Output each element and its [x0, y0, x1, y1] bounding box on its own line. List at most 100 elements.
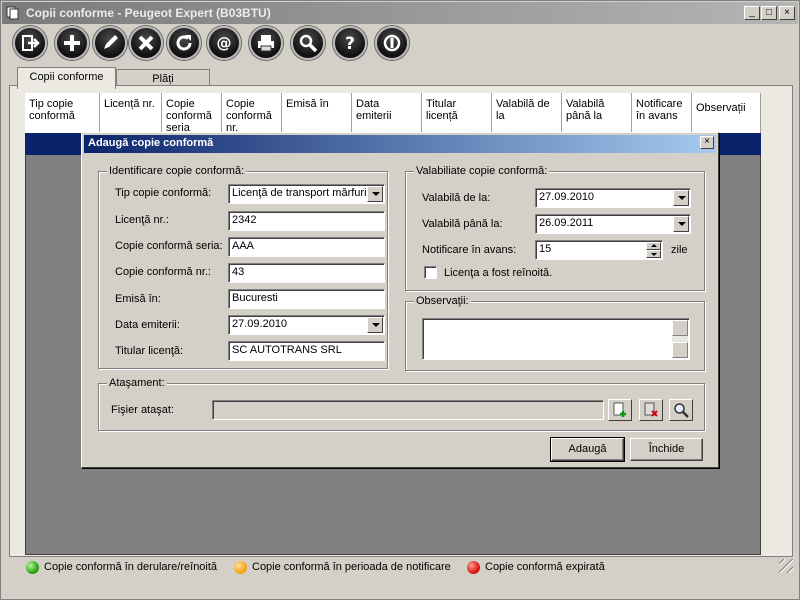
- exit-icon: [22, 35, 40, 51]
- orange-dot-icon: [234, 561, 247, 574]
- nr-input[interactable]: 43: [228, 263, 385, 283]
- data-emiterii-picker[interactable]: 27.09.2010: [228, 315, 385, 335]
- file-label: Fişier ataşat:: [111, 404, 174, 416]
- file-input[interactable]: [212, 400, 604, 420]
- column-data-emiterii[interactable]: Data emiterii: [352, 93, 422, 133]
- title-bar[interactable]: Copii conforme - Peugeot Expert (B03BTU)…: [2, 2, 798, 24]
- edit-button[interactable]: [93, 26, 127, 60]
- resize-grip-icon[interactable]: [779, 559, 793, 573]
- green-dot-icon: [26, 561, 39, 574]
- seria-input[interactable]: AAA: [228, 237, 385, 257]
- valabila-pana-la-value: 26.09.2011: [539, 217, 594, 229]
- refresh-button[interactable]: [167, 26, 201, 60]
- svg-text:?: ?: [345, 34, 355, 53]
- help-button[interactable]: ?: [333, 26, 367, 60]
- column-valabila-pana-la[interactable]: Valabilă până la: [562, 93, 632, 133]
- valabila-pana-la-picker[interactable]: 26.09.2011: [535, 214, 691, 234]
- titular-input[interactable]: SC AUTOTRANS SRL: [228, 341, 385, 361]
- column-valabila-de-la[interactable]: Valabilă de la: [492, 93, 562, 133]
- notes-group-title: Observaţii:: [414, 295, 471, 307]
- exit-button[interactable]: [13, 26, 47, 60]
- remove-file-button[interactable]: [639, 399, 663, 421]
- power-button[interactable]: [375, 26, 409, 60]
- column-seria[interactable]: Copie conformă seria: [162, 93, 222, 133]
- chevron-down-icon[interactable]: [673, 216, 689, 232]
- print-icon: [258, 35, 274, 52]
- add-dialog: Adaugă copie conformă × Identificare cop…: [81, 132, 719, 468]
- valabila-de-la-label: Valabilă de la:: [422, 192, 491, 204]
- column-titular[interactable]: Titular licență: [422, 93, 492, 133]
- notificare-unit: zile: [671, 244, 688, 256]
- add-icon: [64, 35, 80, 51]
- spin-down-icon[interactable]: [646, 250, 661, 258]
- emisa-input[interactable]: Bucuresti: [228, 289, 385, 309]
- chevron-down-icon[interactable]: [673, 190, 689, 206]
- scroll-down-icon[interactable]: [672, 342, 688, 358]
- window-title: Copii conforme - Peugeot Expert (B03BTU): [26, 6, 271, 20]
- svg-text:@: @: [217, 34, 232, 52]
- notes-scrollbar[interactable]: [672, 320, 688, 358]
- minimize-button[interactable]: _: [744, 6, 760, 20]
- licenta-label: Licenţă nr.:: [115, 214, 169, 226]
- refresh-icon: [176, 35, 192, 51]
- tip-select[interactable]: Licenţă de transport mărfuri: [228, 184, 385, 204]
- licenta-input[interactable]: 2342: [228, 211, 385, 231]
- valabila-de-la-picker[interactable]: 27.09.2010: [535, 188, 691, 208]
- notes-textarea[interactable]: [422, 318, 690, 360]
- maximize-button[interactable]: □: [761, 6, 777, 20]
- search-icon: [674, 403, 689, 418]
- tip-select-value: Licenţă de transport mărfuri: [232, 187, 367, 199]
- column-licenta[interactable]: Licență nr.: [100, 93, 162, 133]
- dialog-close-button[interactable]: ×: [700, 136, 714, 149]
- dialog-title-bar[interactable]: Adaugă copie conformă: [84, 135, 716, 153]
- notificare-value: 15: [539, 243, 552, 255]
- emisa-label: Emisă în:: [115, 293, 161, 305]
- close-button[interactable]: Închide: [630, 438, 703, 461]
- data-emiterii-value: 27.09.2010: [232, 318, 288, 330]
- add-file-icon: [613, 402, 626, 417]
- titular-label: Titular licenţă:: [115, 345, 184, 357]
- nr-label: Copie conformă nr.:: [115, 266, 211, 278]
- search-button[interactable]: [291, 26, 325, 60]
- app-icon: [6, 6, 19, 20]
- main-window: Copii conforme - Peugeot Expert (B03BTU)…: [0, 0, 800, 600]
- power-icon: [383, 34, 401, 52]
- notificare-label: Notificare în avans:: [422, 244, 517, 256]
- email-icon: @: [217, 34, 232, 52]
- attachment-group-title: Ataşament:: [107, 377, 167, 389]
- close-window-button[interactable]: ×: [779, 6, 795, 20]
- view-file-button[interactable]: [669, 399, 693, 421]
- search-icon: [299, 34, 318, 53]
- toolbar: @ ?: [9, 26, 793, 62]
- email-button[interactable]: @: [207, 26, 241, 60]
- attachment-group: Ataşament: Fişier ataşat:: [98, 377, 705, 431]
- column-emisa[interactable]: Emisă în: [282, 93, 352, 133]
- scroll-up-icon[interactable]: [672, 320, 688, 336]
- legend-notification: Copie conformă în perioada de notificare: [252, 561, 451, 573]
- red-dot-icon: [467, 561, 480, 574]
- chevron-down-icon[interactable]: [367, 186, 383, 202]
- identification-group-title: Identificare copie conformă:: [107, 165, 247, 177]
- renewed-label[interactable]: Licenţa a fost reînoită.: [444, 267, 552, 279]
- tip-label: Tip copie conformă:: [115, 187, 212, 199]
- attach-file-button[interactable]: [608, 399, 632, 421]
- add-button[interactable]: [55, 26, 89, 60]
- notificare-stepper[interactable]: 15: [535, 240, 663, 260]
- column-notificare[interactable]: Notificare în avans: [632, 93, 692, 133]
- notes-group: Observaţii:: [405, 295, 705, 371]
- add-button[interactable]: Adaugă: [550, 437, 625, 462]
- chevron-down-icon[interactable]: [367, 317, 383, 333]
- spin-up-icon[interactable]: [646, 242, 661, 250]
- column-tip[interactable]: Tip copie conformă: [25, 93, 100, 133]
- tab-copii-conforme[interactable]: Copii conforme: [17, 67, 116, 89]
- renewed-checkbox[interactable]: [424, 266, 437, 279]
- validity-group: Valabiliate copie conformă: Valabilă de …: [405, 165, 705, 291]
- column-nr[interactable]: Copie conformă nr.: [222, 93, 282, 133]
- delete-button[interactable]: [129, 26, 163, 60]
- legend-active: Copie conformă în derulare/reînoită: [44, 561, 218, 573]
- remove-file-icon: [644, 402, 658, 417]
- print-button[interactable]: [249, 26, 283, 60]
- column-observatii[interactable]: Observații: [692, 93, 761, 133]
- valabila-pana-la-label: Valabilă până la:: [422, 218, 503, 230]
- delete-icon: [138, 35, 154, 51]
